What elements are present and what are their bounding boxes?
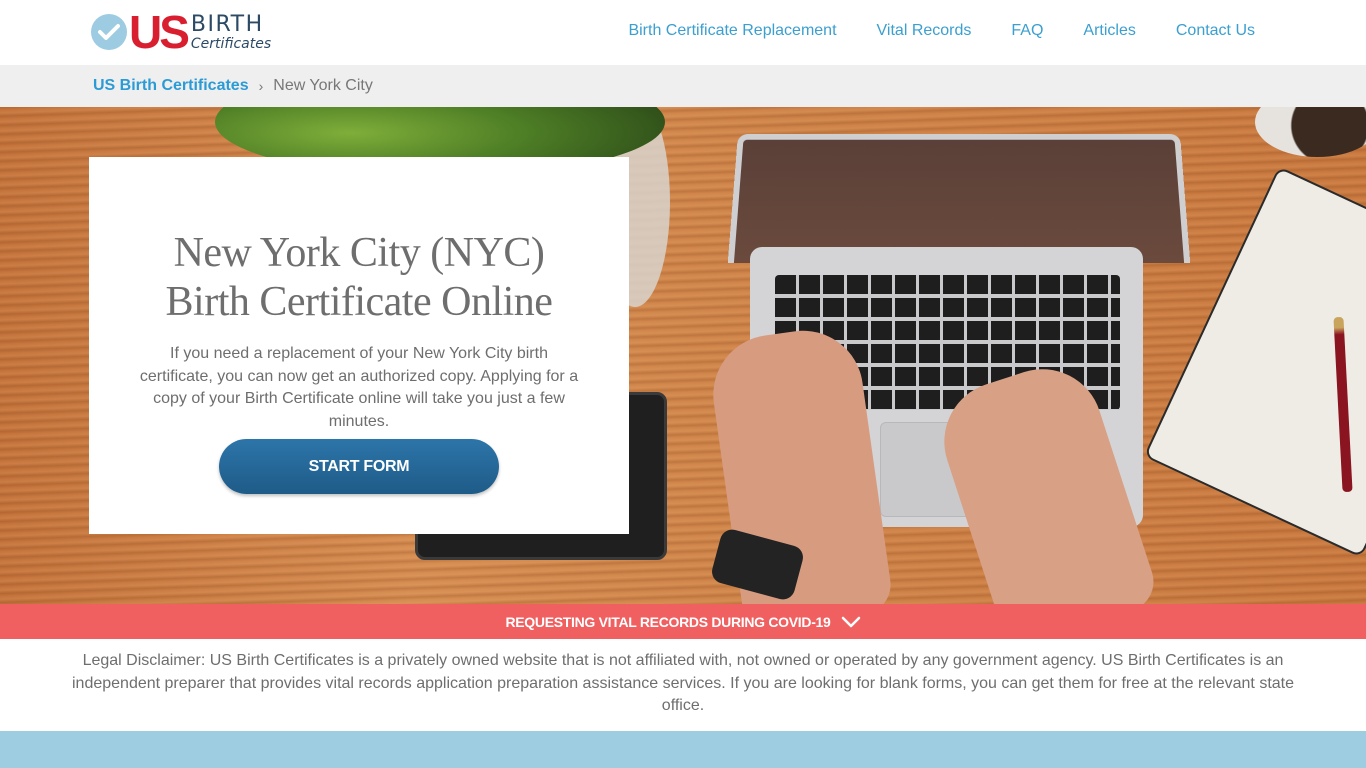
breadcrumb-separator-icon: › bbox=[258, 78, 264, 94]
breadcrumb-home-link[interactable]: US Birth Certificates bbox=[93, 77, 249, 95]
nav-faq[interactable]: FAQ bbox=[1011, 20, 1043, 42]
logo-us-text: US bbox=[129, 6, 190, 58]
site-header: US BIRTH Certificates Birth Certificate … bbox=[0, 0, 1366, 65]
hero-card: New York City (NYC) Birth Certificate On… bbox=[89, 157, 629, 534]
logo-certificates-text: Certificates bbox=[190, 35, 272, 52]
nav-contact-us[interactable]: Contact Us bbox=[1176, 20, 1255, 42]
nav-articles[interactable]: Articles bbox=[1083, 20, 1135, 42]
chevron-down-icon bbox=[841, 616, 860, 627]
breadcrumb: US Birth Certificates › New York City bbox=[0, 65, 1366, 107]
check-circle-icon bbox=[91, 14, 127, 50]
site-logo[interactable]: US BIRTH Certificates bbox=[91, 6, 272, 58]
footer-strip bbox=[0, 731, 1366, 768]
covid-banner-label: REQUESTING VITAL RECORDS DURING COVID-19 bbox=[505, 613, 831, 630]
page-title-line-1: New York City (NYC) bbox=[173, 230, 545, 276]
page-title: New York City (NYC) Birth Certificate On… bbox=[89, 229, 629, 327]
start-form-button[interactable]: START FORM bbox=[219, 439, 499, 494]
logo-birth-text: BIRTH bbox=[190, 11, 264, 37]
logo-wordmark: BIRTH Certificates bbox=[190, 11, 272, 52]
breadcrumb-current: New York City bbox=[273, 77, 373, 94]
legal-disclaimer: Legal Disclaimer: US Birth Certificates … bbox=[72, 652, 1294, 714]
nav-vital-records[interactable]: Vital Records bbox=[877, 20, 972, 42]
nav-birth-certificate-replacement[interactable]: Birth Certificate Replacement bbox=[628, 20, 836, 42]
laptop-screen-image bbox=[727, 134, 1191, 263]
hero-section: New York City (NYC) Birth Certificate On… bbox=[0, 107, 1366, 604]
main-nav: Birth Certificate Replacement Vital Reco… bbox=[628, 20, 1255, 42]
covid-banner-toggle[interactable]: REQUESTING VITAL RECORDS DURING COVID-19 bbox=[0, 604, 1366, 639]
page-title-line-2: Birth Certificate Online bbox=[165, 279, 553, 325]
coffee-mug-image bbox=[1255, 107, 1366, 157]
hero-description: If you need a replacement of your New Yo… bbox=[139, 345, 579, 430]
